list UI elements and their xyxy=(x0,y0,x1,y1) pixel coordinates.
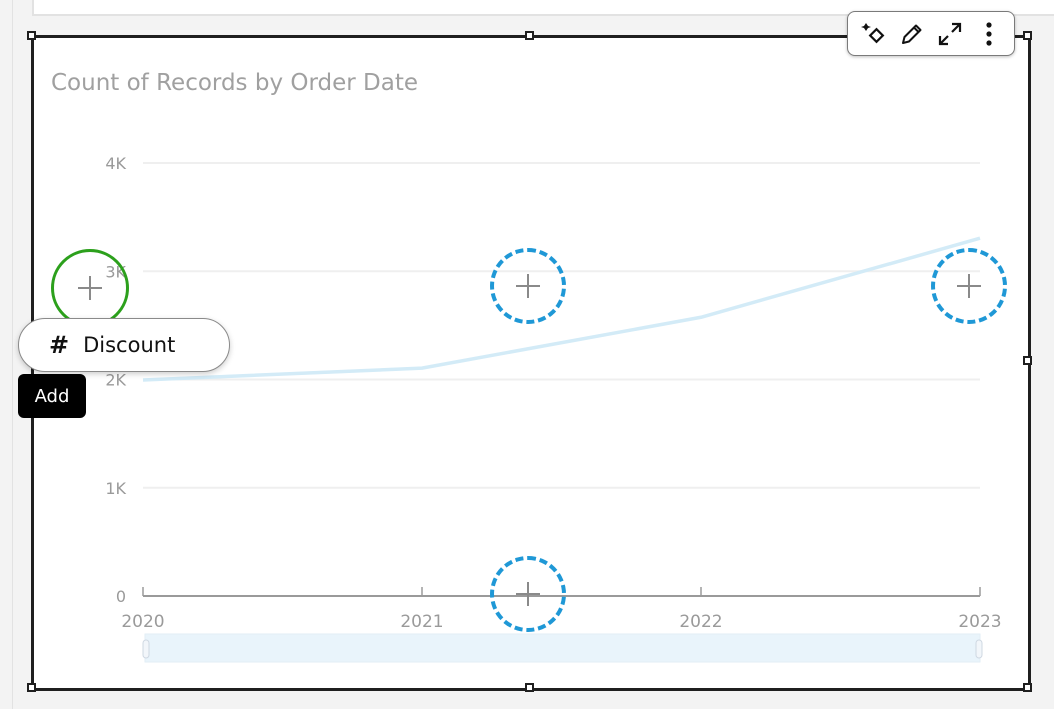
numeric-field-icon: # xyxy=(49,331,70,359)
more-options-button[interactable] xyxy=(973,18,1005,50)
drop-target-active[interactable] xyxy=(51,249,129,327)
edit-icon xyxy=(901,24,922,44)
plus-icon xyxy=(516,582,540,606)
field-label: Discount xyxy=(83,333,176,357)
y-tick-label: 4K xyxy=(105,154,126,173)
y-tick-label: 1K xyxy=(105,479,126,498)
x-tick-label: 2021 xyxy=(400,612,443,632)
expand-button[interactable] xyxy=(934,18,966,50)
drop-target-right[interactable] xyxy=(931,248,1007,324)
y-tick-label: 0 xyxy=(116,587,126,606)
x-tick-label: 2022 xyxy=(679,612,722,632)
x-tick-label: 2020 xyxy=(121,612,164,632)
range-slider-track[interactable] xyxy=(144,633,981,663)
range-slider-handle-right[interactable] xyxy=(975,639,983,659)
plus-icon xyxy=(516,274,540,298)
x-tick-label: 2023 xyxy=(958,612,1001,632)
y-tick-label: 2K xyxy=(105,371,126,390)
insights-button[interactable] xyxy=(857,18,889,50)
drop-target-bottom[interactable] xyxy=(490,556,566,632)
ai-insights-icon xyxy=(861,22,885,43)
expand-icon xyxy=(939,22,962,45)
plus-icon xyxy=(78,276,102,300)
visual-toolbar xyxy=(847,11,1015,56)
more-options-icon xyxy=(986,21,992,46)
dragged-field-pill[interactable]: # Discount xyxy=(18,318,230,372)
range-slider-handle-left[interactable] xyxy=(142,639,150,659)
drop-target-top[interactable] xyxy=(490,248,566,324)
add-tooltip: Add xyxy=(18,374,86,418)
plus-icon xyxy=(957,274,981,298)
series-line xyxy=(142,236,981,382)
edit-button[interactable] xyxy=(896,18,928,50)
